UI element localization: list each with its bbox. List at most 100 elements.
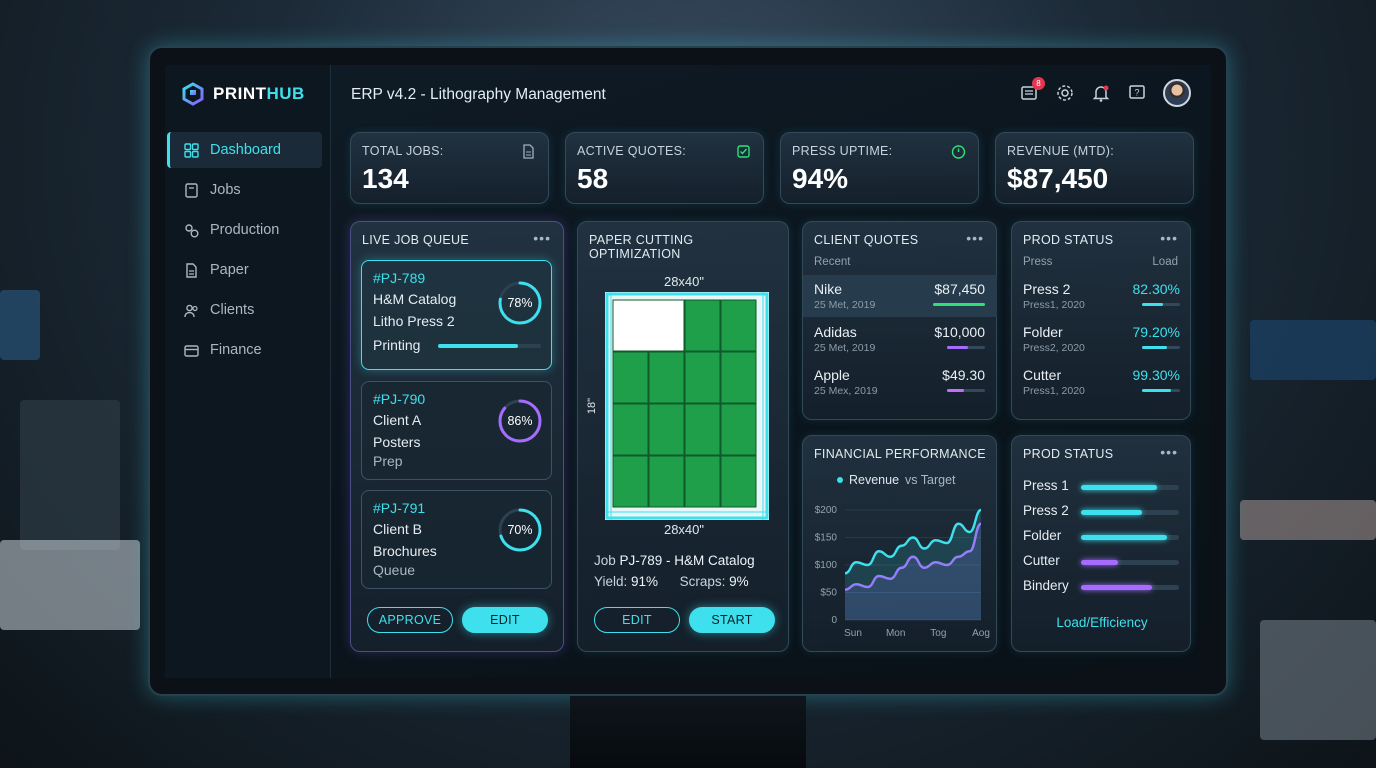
top-dimension: 28x40" bbox=[663, 274, 705, 289]
checkbox-icon bbox=[737, 145, 750, 158]
job-progress-ring: 78% bbox=[497, 280, 543, 326]
quote-row[interactable]: Nike 25 Met, 2019 $87,450 bbox=[803, 275, 997, 317]
job-card[interactable]: #PJ-791 Client B Brochures Queue 70% bbox=[361, 490, 552, 589]
brand-name: PRINTHUB bbox=[213, 84, 305, 103]
cut-piece bbox=[612, 351, 649, 404]
users-icon bbox=[184, 304, 198, 317]
job-progress-label: 86% bbox=[507, 414, 533, 428]
paper-cutting-panel: PAPER CUTTING OPTIMIZATION 28x40" 18" 28… bbox=[577, 221, 789, 652]
efficiency-bar bbox=[1081, 560, 1179, 565]
efficiency-row[interactable]: Press 2 bbox=[1023, 503, 1183, 523]
sidebar-item-paper[interactable]: Paper bbox=[167, 252, 322, 288]
efficiency-row[interactable]: Cutter bbox=[1023, 553, 1183, 573]
y-tick-label: $100 bbox=[815, 560, 838, 571]
sidebar-item-dashboard[interactable]: Dashboard bbox=[167, 132, 322, 168]
recent-subheader: Recent bbox=[814, 256, 851, 268]
machine-date: Press1, 2020 bbox=[1023, 385, 1085, 397]
prod-status-efficiency-panel: PROD STATUS ••• Press 1 Press 2 Folder Cutt… bbox=[1011, 435, 1191, 652]
sidebar-item-clients[interactable]: Clients bbox=[167, 292, 322, 328]
quote-row[interactable]: Adidas 25 Met, 2019 $10,000 bbox=[803, 318, 997, 360]
prod-load-row[interactable]: Press 2 Press1, 2020 82.30% bbox=[1012, 275, 1192, 317]
machine-load: 82.30% bbox=[1132, 281, 1180, 297]
machine-name: Folder bbox=[1023, 324, 1063, 340]
sidebar-item-production[interactable]: Production bbox=[167, 212, 322, 248]
more-menu-icon[interactable]: ••• bbox=[1160, 444, 1178, 460]
more-menu-icon[interactable]: ••• bbox=[966, 230, 984, 246]
load-bar bbox=[1142, 346, 1180, 349]
sidebar-item-finance[interactable]: Finance bbox=[167, 332, 322, 368]
job-client: H&M Catalog bbox=[373, 291, 457, 307]
kpi-label: REVENUE (MTD): bbox=[1007, 144, 1114, 158]
logo-icon bbox=[182, 82, 204, 106]
job-progress-ring: 86% bbox=[497, 398, 543, 444]
machine-name: Bindery bbox=[1023, 578, 1069, 593]
sidebar-item-label: Finance bbox=[210, 342, 262, 358]
quote-value: $87,450 bbox=[934, 281, 985, 297]
panel-title: PROD STATUS bbox=[1023, 447, 1114, 461]
efficiency-row[interactable]: Press 1 bbox=[1023, 478, 1183, 498]
sidebar-item-label: Production bbox=[210, 222, 280, 238]
start-cut-button[interactable]: START bbox=[689, 607, 775, 633]
y-tick-label: $50 bbox=[820, 588, 837, 599]
kpi-card[interactable]: TOTAL JOBS: 134 bbox=[350, 132, 549, 204]
quote-client: Adidas bbox=[814, 324, 857, 340]
kpi-card[interactable]: PRESS UPTIME: 94% bbox=[780, 132, 979, 204]
more-menu-icon[interactable]: ••• bbox=[533, 230, 551, 246]
load-subheader: Load bbox=[1152, 256, 1178, 268]
side-dimension: 18" bbox=[586, 397, 599, 415]
job-card[interactable]: #PJ-790 Client A Posters Prep 86% bbox=[361, 381, 552, 480]
load-efficiency-link[interactable]: Load/Efficiency bbox=[1012, 615, 1192, 630]
brand-logo[interactable]: PRINTHUB bbox=[181, 82, 305, 106]
gears-icon bbox=[185, 223, 199, 237]
sidebar: PRINTHUB Dashboard Jobs Production Paper Cli… bbox=[165, 65, 331, 678]
svg-text:?: ? bbox=[1134, 88, 1139, 98]
panel-title: CLIENT QUOTES bbox=[814, 233, 919, 247]
document-icon bbox=[523, 144, 534, 159]
bell-icon[interactable] bbox=[1091, 83, 1111, 103]
sidebar-item-label: Dashboard bbox=[210, 142, 281, 158]
quote-date: 25 Met, 2019 bbox=[814, 342, 876, 354]
user-avatar[interactable] bbox=[1163, 79, 1191, 107]
notification-badge: 8 bbox=[1032, 77, 1045, 90]
job-card[interactable]: #PJ-789 H&M Catalog Litho Press 2 Printing 7… bbox=[361, 260, 552, 370]
quote-row[interactable]: Apple 25 Mex, 2019 $49.30 bbox=[803, 361, 997, 403]
efficiency-bar bbox=[1081, 535, 1179, 540]
gear-icon[interactable] bbox=[1055, 83, 1075, 103]
y-tick-label: $200 bbox=[815, 505, 838, 516]
sidebar-item-label: Clients bbox=[210, 302, 255, 318]
kpi-value: 58 bbox=[577, 163, 609, 194]
edit-cut-button[interactable]: EDIT bbox=[594, 607, 680, 633]
kpi-card[interactable]: ACTIVE QUOTES: 58 bbox=[565, 132, 764, 204]
prod-load-row[interactable]: Folder Press2, 2020 79.20% bbox=[1012, 318, 1192, 360]
panel-title: PROD STATUS bbox=[1023, 233, 1114, 247]
kpi-label: PRESS UPTIME: bbox=[792, 144, 893, 158]
machine-date: Press2, 2020 bbox=[1023, 342, 1085, 354]
help-icon[interactable]: ? bbox=[1127, 83, 1147, 103]
edit-job-button[interactable]: EDIT bbox=[462, 607, 548, 633]
approve-button[interactable]: APPROVE bbox=[367, 607, 453, 633]
sidebar-item-label: Paper bbox=[210, 262, 249, 278]
cut-piece bbox=[720, 351, 757, 404]
job-summary: Job PJ-789 - H&M Catalog bbox=[594, 553, 755, 568]
kpi-value: 94% bbox=[792, 163, 849, 194]
efficiency-row[interactable]: Bindery bbox=[1023, 578, 1183, 598]
timer-icon bbox=[951, 145, 966, 159]
kpi-value: $87,450 bbox=[1007, 163, 1109, 194]
quote-bar bbox=[947, 346, 985, 349]
efficiency-row[interactable]: Folder bbox=[1023, 528, 1183, 548]
job-queue-panel: LIVE JOB QUEUE ••• #PJ-789 H&M Catalog Lit… bbox=[350, 221, 564, 652]
more-menu-icon[interactable]: ••• bbox=[1160, 230, 1178, 246]
job-id: #PJ-791 bbox=[373, 500, 426, 516]
app-screen: PRINTHUB Dashboard Jobs Production Paper Cli… bbox=[165, 65, 1211, 678]
job-product: Posters bbox=[373, 434, 421, 450]
x-tick-label: Sun bbox=[844, 628, 862, 639]
inbox-icon[interactable]: 8 bbox=[1019, 77, 1045, 103]
job-id: #PJ-790 bbox=[373, 391, 426, 407]
x-tick-label: Mon bbox=[886, 628, 905, 639]
prod-load-row[interactable]: Cutter Press1, 2020 99.30% bbox=[1012, 361, 1192, 403]
cut-piece bbox=[648, 351, 685, 404]
kpi-card[interactable]: REVENUE (MTD): $87,450 bbox=[995, 132, 1194, 204]
sidebar-item-label: Jobs bbox=[210, 182, 241, 198]
sidebar-item-jobs[interactable]: Jobs bbox=[167, 172, 322, 208]
cut-piece bbox=[648, 403, 685, 456]
